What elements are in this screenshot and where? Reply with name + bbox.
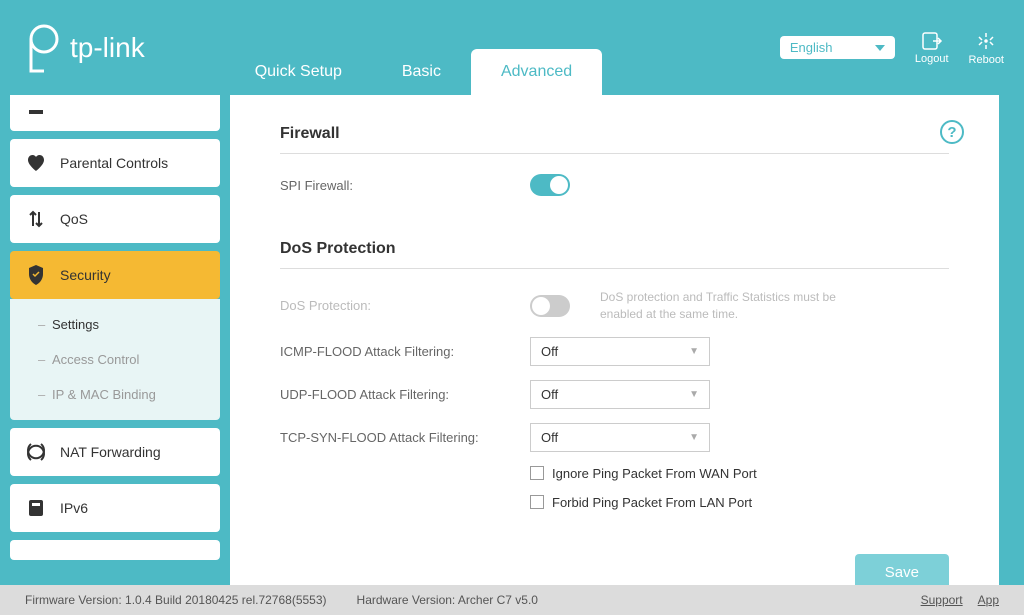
firmware-version: Firmware Version: 1.0.4 Build 20180425 r…	[25, 593, 327, 607]
firewall-title: Firewall	[280, 125, 949, 154]
logout-label: Logout	[915, 53, 949, 65]
app-link[interactable]: App	[978, 593, 999, 607]
sidebar-label: Security	[60, 267, 111, 283]
tab-quick-setup[interactable]: Quick Setup	[225, 49, 372, 95]
sidebar-label: NAT Forwarding	[60, 444, 161, 460]
sidebar-item-security[interactable]: Security	[10, 251, 220, 299]
hardware-version: Hardware Version: Archer C7 v5.0	[357, 593, 538, 607]
main-tabs: Quick Setup Basic Advanced	[225, 0, 602, 95]
icmp-filter-label: ICMP-FLOOD Attack Filtering:	[280, 344, 530, 359]
save-button[interactable]: Save	[855, 554, 949, 585]
spi-firewall-label: SPI Firewall:	[280, 178, 530, 193]
sidebar-item-qos[interactable]: QoS	[10, 195, 220, 243]
arrows-icon	[26, 209, 46, 229]
reboot-button[interactable]: Reboot	[969, 30, 1004, 66]
sidebar-subitem-settings[interactable]: Settings	[10, 307, 220, 342]
chevron-down-icon	[875, 45, 885, 51]
help-icon[interactable]: ?	[940, 120, 964, 144]
toggle-knob	[532, 297, 550, 315]
forbid-ping-lan-checkbox[interactable]	[530, 495, 544, 509]
dos-protection-toggle[interactable]	[530, 295, 570, 317]
sidebar-item-nat-forwarding[interactable]: NAT Forwarding	[10, 428, 220, 476]
chevron-down-icon: ▼	[689, 346, 699, 357]
tab-advanced[interactable]: Advanced	[471, 49, 602, 95]
logo: tp-link	[20, 23, 145, 73]
tplink-logo-icon	[20, 23, 60, 73]
udp-filter-label: UDP-FLOOD Attack Filtering:	[280, 387, 530, 402]
ignore-ping-wan-label: Ignore Ping Packet From WAN Port	[552, 466, 757, 481]
sidebar-item-partial-bottom[interactable]	[10, 540, 220, 560]
sidebar-item-partial[interactable]	[10, 95, 220, 131]
security-submenu: Settings Access Control IP & MAC Binding	[10, 299, 220, 420]
chevron-down-icon: ▼	[689, 389, 699, 400]
tab-basic[interactable]: Basic	[372, 49, 471, 95]
brand-text: tp-link	[70, 32, 145, 64]
logout-icon	[921, 31, 943, 51]
tcp-filter-label: TCP-SYN-FLOOD Attack Filtering:	[280, 430, 530, 445]
dos-note: DoS protection and Traffic Statistics mu…	[600, 289, 860, 323]
sidebar-label: Parental Controls	[60, 155, 168, 171]
sidebar-item-ipv6[interactable]: IPv6	[10, 484, 220, 532]
dos-title: DoS Protection	[280, 240, 949, 269]
shield-icon	[26, 265, 46, 285]
sidebar-subitem-access-control[interactable]: Access Control	[10, 342, 220, 377]
heart-icon	[26, 153, 46, 173]
generic-icon	[26, 97, 46, 117]
sidebar-item-parental-controls[interactable]: Parental Controls	[10, 139, 220, 187]
spi-firewall-toggle[interactable]	[530, 174, 570, 196]
dos-protection-label: DoS Protection:	[280, 298, 530, 313]
reboot-icon	[975, 30, 997, 52]
toggle-knob	[550, 176, 568, 194]
main-content: ? Firewall SPI Firewall: DoS Protection …	[230, 95, 999, 585]
sidebar-label: IPv6	[60, 500, 88, 516]
logout-button[interactable]: Logout	[915, 31, 949, 65]
icmp-filter-select[interactable]: Off ▼	[530, 337, 710, 366]
ignore-ping-wan-checkbox[interactable]	[530, 466, 544, 480]
sidebar-label: QoS	[60, 211, 88, 227]
select-value: Off	[541, 430, 558, 445]
body-area: Parental Controls QoS Security Settings …	[0, 95, 1024, 585]
select-value: Off	[541, 387, 558, 402]
tcp-filter-select[interactable]: Off ▼	[530, 423, 710, 452]
support-link[interactable]: Support	[921, 593, 963, 607]
sidebar-subitem-ip-mac-binding[interactable]: IP & MAC Binding	[10, 377, 220, 412]
sidebar: Parental Controls QoS Security Settings …	[0, 95, 230, 585]
language-value: English	[790, 40, 833, 55]
select-value: Off	[541, 344, 558, 359]
nat-icon	[26, 442, 46, 462]
reboot-label: Reboot	[969, 54, 1004, 66]
footer: Firmware Version: 1.0.4 Build 20180425 r…	[0, 585, 1024, 615]
header-right: English Logout Reboot	[780, 30, 1004, 66]
generic-icon	[26, 540, 46, 560]
language-select[interactable]: English	[780, 36, 895, 59]
chevron-down-icon: ▼	[689, 432, 699, 443]
header: tp-link Quick Setup Basic Advanced Engli…	[0, 0, 1024, 95]
ipv6-icon	[26, 498, 46, 518]
udp-filter-select[interactable]: Off ▼	[530, 380, 710, 409]
forbid-ping-lan-label: Forbid Ping Packet From LAN Port	[552, 495, 752, 510]
